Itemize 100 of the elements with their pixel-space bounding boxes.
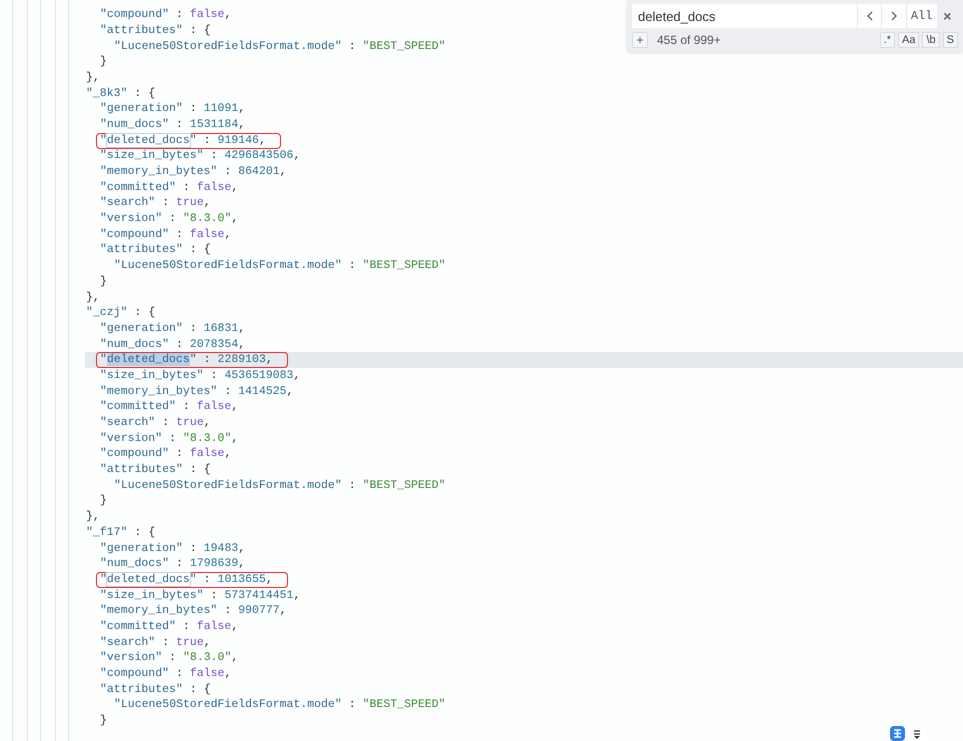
comma: ,	[280, 603, 287, 619]
comma: ,	[293, 148, 300, 164]
json-key: "search"	[100, 415, 156, 431]
json-key: "committed"	[100, 399, 176, 416]
comma: ,	[258, 132, 266, 148]
colon: :	[182, 618, 190, 635]
brace: }	[100, 713, 107, 729]
comma: ,	[231, 618, 238, 635]
json-value: false	[196, 618, 232, 635]
json-key: "compound"	[100, 7, 170, 23]
expand-button[interactable]: +	[632, 32, 648, 48]
json-key: "version"	[100, 211, 162, 227]
colon: :	[134, 86, 142, 102]
colon: :	[162, 415, 170, 431]
json-key: "compound"	[100, 446, 170, 462]
colon: :	[348, 258, 356, 274]
comma: ,	[224, 7, 232, 23]
json-key: "Lucene50StoredFieldsFormat.mode"	[114, 38, 342, 54]
colon: :	[348, 478, 356, 494]
json-key: "size_in_bytes"	[100, 588, 204, 604]
chevron-right-icon	[890, 11, 898, 21]
json-value: 864201	[238, 164, 280, 180]
json-key: "committed"	[100, 180, 176, 196]
comma: ,	[238, 540, 246, 556]
json-value: 1414525	[238, 384, 287, 400]
json-value: "8.3.0"	[183, 430, 232, 446]
json-key: "size_in_bytes"	[100, 368, 204, 384]
format-icon[interactable]	[890, 726, 905, 741]
json-value: true	[176, 415, 204, 431]
json-value: 2289103	[218, 352, 266, 368]
comma: ,	[238, 320, 246, 337]
json-value: 4296843506	[224, 148, 294, 164]
close-button[interactable]: ×	[936, 4, 958, 28]
json-key: "committed"	[100, 618, 176, 635]
json-key: "search"	[100, 195, 156, 212]
colon: :	[210, 588, 218, 604]
json-value: {	[204, 22, 211, 39]
sort-caret-icon[interactable]	[913, 728, 921, 740]
json-key: "attributes"	[100, 22, 183, 39]
comma: ,	[238, 556, 246, 572]
json-key: "generation"	[100, 101, 183, 117]
json-key: "size_in_bytes"	[100, 148, 204, 164]
colon: :	[162, 195, 170, 212]
colon: :	[176, 336, 183, 352]
json-value: 19483	[204, 540, 238, 556]
json-key: "memory_in_bytes"	[100, 164, 218, 180]
json-value: "BEST_SPEED"	[362, 258, 446, 274]
select-all-button[interactable]: All	[906, 4, 937, 28]
comma: ,	[231, 430, 238, 446]
json-value: 4536519083	[224, 368, 294, 384]
comma: ,	[280, 164, 287, 180]
json-value: 11091	[204, 101, 238, 117]
comma: ,	[238, 336, 246, 352]
search-option-toggle[interactable]: Aa	[898, 32, 920, 48]
search-option-toggle[interactable]: S	[942, 32, 958, 48]
colon: :	[204, 572, 211, 588]
json-key: "Lucene50StoredFieldsFormat.mode"	[114, 478, 342, 494]
json-value: false	[196, 180, 232, 196]
colon: :	[190, 242, 197, 258]
next-match-button[interactable]	[881, 4, 906, 28]
brace: },	[86, 70, 100, 86]
json-key: "memory_in_bytes"	[100, 603, 218, 619]
json-key: "version"	[100, 650, 162, 666]
colon: :	[190, 320, 197, 337]
search-option-toggle[interactable]: \b	[922, 32, 940, 48]
json-key: "compound"	[100, 226, 170, 242]
colon: :	[182, 399, 190, 416]
json-key: "deleted_docs"	[100, 352, 197, 368]
comma: ,	[266, 572, 273, 588]
comma: ,	[266, 352, 273, 368]
brace: },	[86, 509, 100, 525]
find-input[interactable]: deleted_docs	[632, 4, 858, 28]
json-key: "_8k3"	[86, 86, 128, 102]
json-value: 1531184	[190, 116, 238, 133]
json-value: 2078354	[190, 336, 238, 352]
colon: :	[182, 180, 190, 196]
json-value: "BEST_SPEED"	[362, 38, 446, 54]
comma: ,	[238, 101, 246, 117]
json-value: {	[204, 682, 211, 698]
json-key: "generation"	[100, 320, 183, 337]
colon: :	[190, 540, 197, 556]
colon: :	[134, 524, 142, 541]
colon: :	[190, 682, 197, 698]
brace: }	[100, 274, 107, 290]
colon: :	[176, 7, 183, 23]
brace: }	[100, 54, 107, 70]
colon: :	[169, 430, 176, 446]
comma: ,	[224, 446, 232, 462]
colon: :	[176, 116, 183, 133]
colon: :	[224, 603, 232, 619]
comma: ,	[224, 666, 232, 682]
comma: ,	[231, 211, 238, 227]
search-option-toggle[interactable]: .*	[880, 32, 895, 48]
comma: ,	[238, 116, 246, 133]
json-value: {	[204, 462, 211, 478]
json-key: "deleted_docs"	[100, 132, 197, 148]
previous-match-button[interactable]	[857, 4, 882, 28]
comma: ,	[293, 588, 300, 604]
json-value: "BEST_SPEED"	[362, 697, 446, 714]
json-value: {	[148, 305, 156, 321]
